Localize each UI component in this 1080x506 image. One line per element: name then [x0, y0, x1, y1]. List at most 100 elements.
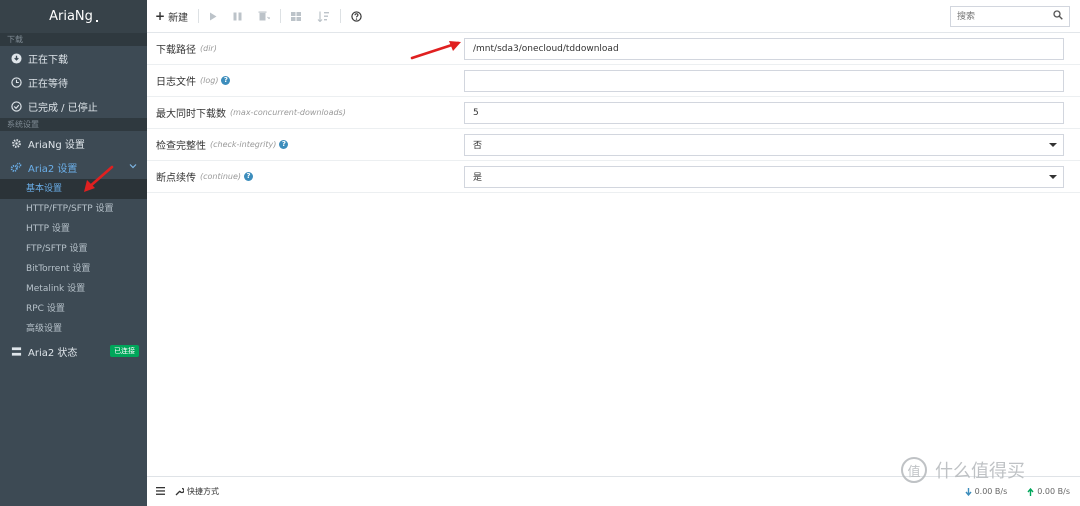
arrow-down-icon	[965, 487, 972, 496]
setting-label-text: 最大同时下载数	[156, 109, 226, 120]
toolbar-divider	[198, 9, 200, 23]
watermark: 值 什么值得买	[901, 457, 1025, 483]
setting-label: 下载路径 (dir)	[147, 41, 464, 56]
dir-input[interactable]: /mnt/sda3/onecloud/tddownload	[464, 37, 1064, 60]
shortcut-label: 快捷方式	[187, 487, 219, 496]
new-button-label: 新建	[168, 12, 189, 24]
nav-ariang-settings[interactable]: AriaNg 设置	[0, 131, 147, 155]
continue-value: 是	[473, 173, 483, 183]
setting-key: (max-concurrent-downloads)	[230, 108, 346, 117]
toolbar-divider	[340, 9, 342, 23]
speed-indicators: 0.00 B/s 0.00 B/s	[965, 487, 1070, 496]
help-icon[interactable]: ?	[244, 172, 254, 181]
help-icon[interactable]: ?	[221, 76, 231, 85]
menu-icon[interactable]	[156, 486, 165, 497]
help-button[interactable]	[343, 0, 370, 33]
nav-aria2-settings-label: Aria2 设置	[28, 163, 78, 175]
gears-icon	[10, 161, 22, 173]
help-icon[interactable]: ?	[279, 140, 289, 149]
check-circle-icon	[10, 100, 22, 112]
sub-http-settings[interactable]: HTTP 设置	[0, 219, 147, 239]
clock-icon	[10, 76, 22, 88]
plus-icon: +	[155, 9, 166, 23]
search-box	[950, 6, 1070, 27]
search-icon[interactable]	[1053, 10, 1063, 23]
check-integrity-select[interactable]: 否	[464, 133, 1064, 156]
delete-button[interactable]	[250, 0, 278, 33]
setting-label: 检查完整性 (check-integrity) ?	[147, 137, 464, 152]
sub-bittorrent-settings[interactable]: BitTorrent 设置	[0, 259, 147, 279]
sub-rpc-settings[interactable]: RPC 设置	[0, 299, 147, 319]
max-concurrent-input[interactable]: 5	[464, 101, 1064, 124]
log-input[interactable]	[464, 69, 1064, 92]
upload-speed-value: 0.00 B/s	[1037, 487, 1070, 496]
setting-key: (dir)	[200, 44, 217, 53]
chevron-down-icon	[129, 162, 137, 172]
section-downloads: 下载	[0, 33, 147, 46]
sort-button[interactable]	[309, 0, 338, 33]
settings-panel: 下载路径 (dir) /mnt/sda3/onecloud/tddownload…	[147, 33, 1080, 476]
setting-key: (continue)	[200, 172, 242, 181]
caret-down-icon	[1049, 142, 1057, 147]
caret-down-icon	[1049, 174, 1057, 179]
watermark-text: 什么值得买	[935, 461, 1025, 482]
gear-icon	[10, 137, 22, 149]
nav-waiting-label: 正在等待	[28, 78, 68, 90]
setting-row-check-integrity: 检查完整性 (check-integrity) ? 否	[147, 129, 1080, 161]
play-icon	[210, 12, 217, 20]
setting-label: 最大同时下载数 (max-concurrent-downloads)	[147, 105, 464, 120]
toolbar-divider	[280, 9, 282, 23]
new-button[interactable]: + 新建	[147, 0, 196, 33]
dir-value: /mnt/sda3/onecloud/tddownload	[473, 43, 619, 54]
select-all-button[interactable]	[283, 0, 309, 33]
sub-ftp-sftp-settings[interactable]: FTP/SFTP 设置	[0, 239, 147, 259]
nav-aria2-status[interactable]: Aria2 状态 已连接	[0, 339, 147, 363]
setting-label-text: 断点续传	[156, 173, 196, 184]
wrench-icon	[175, 487, 184, 496]
arrow-up-icon	[1027, 487, 1034, 496]
setting-row-log: 日志文件 (log) ?	[147, 65, 1080, 97]
setting-row-continue: 断点续传 (continue) ? 是	[147, 161, 1080, 193]
sub-advanced-settings[interactable]: 高级设置	[0, 319, 147, 339]
continue-select[interactable]: 是	[464, 165, 1064, 188]
setting-key: (log)	[200, 76, 219, 85]
nav-aria2-settings[interactable]: Aria2 设置	[0, 155, 147, 179]
setting-key: (check-integrity)	[210, 140, 277, 149]
server-icon	[10, 345, 22, 357]
status-badge: 已连接	[110, 345, 139, 357]
trash-icon	[258, 11, 271, 21]
nav-stopped[interactable]: 已完成 / 已停止	[0, 94, 147, 118]
section-settings: 系统设置	[0, 118, 147, 131]
nav-waiting[interactable]: 正在等待	[0, 70, 147, 94]
sub-metalink-settings[interactable]: Metalink 设置	[0, 279, 147, 299]
setting-row-max-concurrent: 最大同时下载数 (max-concurrent-downloads) 5	[147, 97, 1080, 129]
setting-label-text: 日志文件	[156, 77, 196, 88]
check-integrity-value: 否	[473, 141, 483, 151]
download-speed-value: 0.00 B/s	[974, 487, 1008, 496]
sub-basic-settings[interactable]: 基本设置	[0, 179, 147, 199]
sidebar: AriaNg 下载 正在下载 正在等待 已完成 / 已停止 系统设置 AriaN…	[0, 0, 147, 506]
setting-label: 断点续传 (continue) ?	[147, 169, 464, 184]
app-logo[interactable]: AriaNg	[0, 0, 147, 33]
nav-downloading-label: 正在下载	[28, 54, 68, 66]
sub-http-ftp-sftp-settings[interactable]: HTTP/FTP/SFTP 设置	[0, 199, 147, 219]
pause-button[interactable]	[225, 0, 250, 33]
download-speed: 0.00 B/s	[965, 487, 1008, 496]
toolbar: + 新建	[147, 0, 1080, 33]
nav-ariang-settings-label: AriaNg 设置	[28, 139, 85, 151]
app-title: AriaNg	[49, 9, 93, 24]
setting-label: 日志文件 (log) ?	[147, 73, 464, 88]
setting-label-text: 检查完整性	[156, 141, 206, 152]
sort-icon	[317, 11, 330, 22]
download-circle-icon	[10, 52, 22, 64]
upload-speed: 0.00 B/s	[1027, 487, 1070, 496]
start-button[interactable]	[201, 0, 225, 33]
grid-icon	[291, 11, 302, 21]
shortcut-button[interactable]: 快捷方式	[175, 486, 219, 497]
nav-downloading[interactable]: 正在下载	[0, 46, 147, 70]
max-concurrent-value: 5	[473, 107, 479, 118]
watermark-logo: 值	[901, 457, 927, 483]
question-circle-icon	[351, 10, 362, 22]
nav-stopped-label: 已完成 / 已停止	[28, 102, 98, 114]
search-input[interactable]	[951, 7, 1046, 26]
